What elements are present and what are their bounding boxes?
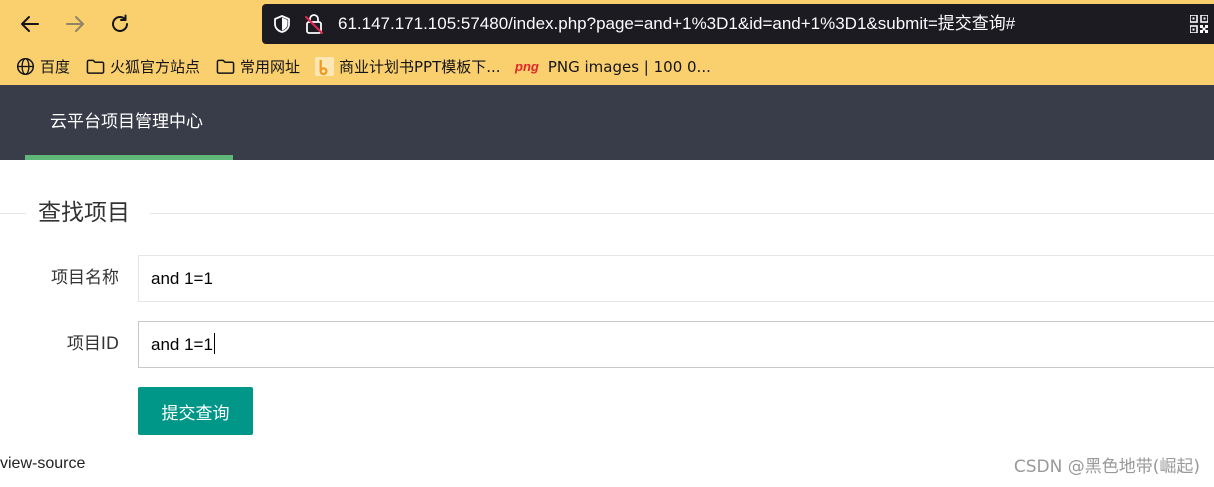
png-logo-icon: png [515, 59, 539, 74]
url-path: :57480/index.php?page=and+1%3D1&id=and+1… [456, 14, 1016, 33]
app-header: 云平台项目管理中心 [0, 85, 1214, 160]
bookmark-label: 火狐官方站点 [110, 58, 201, 76]
submit-query-button[interactable]: 提交查询 [138, 387, 253, 435]
fieldset-divider-left [0, 213, 26, 214]
bookmark-b-icon [315, 57, 334, 76]
url-host: 61.147.171.105 [338, 14, 457, 33]
text-caret [213, 333, 215, 354]
forward-arrow-icon [66, 16, 84, 32]
bookmarks-bar: 百度 火狐官方站点 常用网址 商业计划书PPT模板下... png PNG im… [0, 48, 1214, 85]
view-source-text: view-source [0, 455, 86, 472]
bookmark-label: PNG images | 100 0... [547, 57, 711, 76]
project-id-label: 项目ID [66, 334, 119, 354]
folder-icon [216, 58, 235, 75]
bookmark-png-images[interactable]: png PNG images | 100 0... [515, 48, 711, 85]
back-button[interactable] [16, 10, 44, 38]
csdn-watermark: CSDN @黑色地带(崛起) [1013, 457, 1200, 477]
bookmark-label: 商业计划书PPT模板下... [339, 58, 501, 76]
browser-toolbar: 61.147.171.105:57480/index.php?page=and+… [0, 0, 1214, 48]
bookmark-label: 常用网址 [240, 58, 301, 76]
address-bar[interactable]: 61.147.171.105:57480/index.php?page=and+… [262, 4, 1214, 44]
back-arrow-icon [21, 16, 39, 32]
bookmark-baidu[interactable]: 百度 [16, 48, 70, 85]
reload-button[interactable] [106, 10, 134, 38]
project-name-label: 项目名称 [51, 268, 119, 288]
fieldset-legend: 查找项目 [38, 200, 130, 226]
project-id-value: and 1=1 [151, 335, 213, 354]
url-text[interactable]: 61.147.171.105:57480/index.php?page=and+… [338, 4, 1015, 44]
insecure-lock-icon[interactable] [304, 13, 324, 39]
bookmark-label: 百度 [40, 58, 71, 76]
reload-icon [112, 14, 128, 32]
project-id-input[interactable]: and 1=1 [138, 321, 1214, 368]
bookmark-firefox-official[interactable]: 火狐官方站点 [86, 48, 200, 85]
bookmark-common-sites[interactable]: 常用网址 [216, 48, 300, 85]
project-name-value: and 1=1 [151, 269, 213, 288]
globe-icon [16, 57, 35, 76]
tracking-protection-shield-icon[interactable] [272, 14, 292, 38]
bookmark-ppt-templates[interactable]: 商业计划书PPT模板下... [315, 48, 501, 85]
project-name-input[interactable]: and 1=1 [138, 255, 1214, 302]
qr-code-icon[interactable] [1189, 14, 1209, 37]
app-title[interactable]: 云平台项目管理中心 [50, 85, 203, 160]
fieldset-divider-right [150, 213, 1214, 214]
folder-icon [86, 58, 105, 75]
active-nav-indicator [25, 155, 233, 160]
forward-button[interactable] [61, 10, 89, 38]
